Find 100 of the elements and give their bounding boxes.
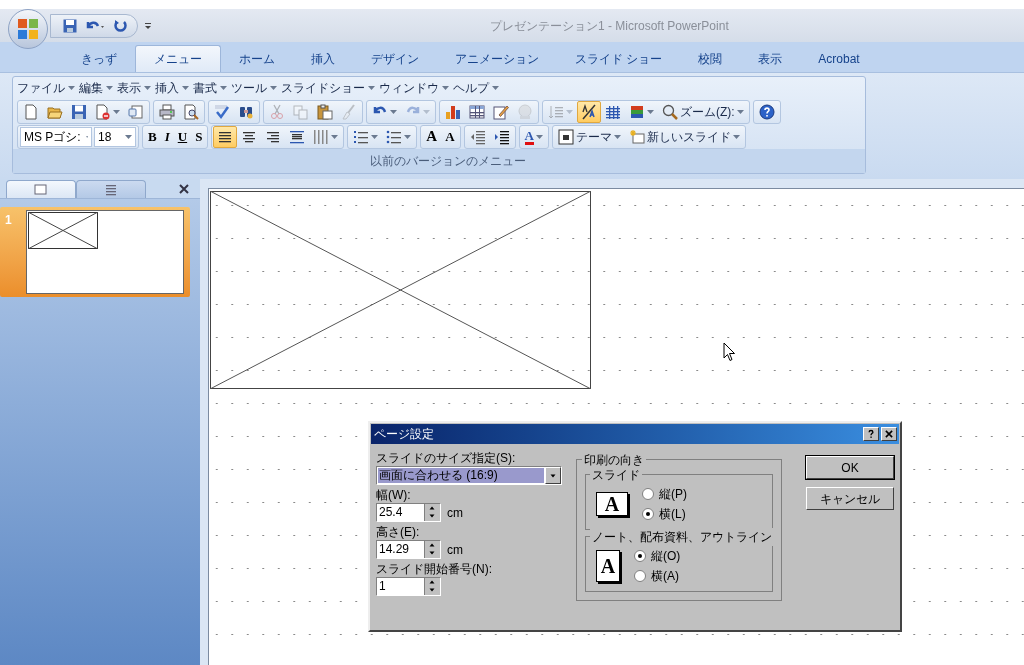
mouse-cursor-icon	[723, 342, 736, 362]
pencil-icon	[493, 103, 509, 120]
number-field[interactable]: 25.4	[376, 503, 441, 522]
format-button[interactable]: A	[520, 125, 547, 148]
toolbar-button[interactable]: テーマ	[554, 125, 625, 148]
dialog-title: ページ設定	[374, 426, 435, 443]
group-label: 以前のバージョンのメニュー	[370, 154, 526, 168]
number-field[interactable]: 14.29	[376, 540, 441, 559]
format-letter: A	[445, 130, 455, 143]
group-title: ノート、配布資料、アウトライン	[590, 528, 774, 546]
radio-option[interactable]: 横(A)	[634, 567, 681, 585]
format-button[interactable]: A	[441, 125, 459, 148]
ribbon-tab[interactable]: 表示	[740, 45, 801, 72]
ribbon-tab[interactable]: アニメーション	[437, 45, 557, 72]
format-button[interactable]: U	[173, 125, 192, 148]
menu-item[interactable]: 挿入	[155, 79, 179, 97]
redo-icon[interactable]	[113, 18, 127, 33]
ribbon-tab[interactable]: きっず	[63, 45, 135, 72]
toolbar-button[interactable]	[213, 125, 238, 148]
size-dropdown[interactable]: 画面に合わせる (16:9)	[376, 466, 562, 485]
content-placeholder[interactable]	[210, 191, 591, 389]
brush-icon	[341, 103, 357, 120]
menu-caret-icon	[144, 86, 151, 90]
ribbon-tab[interactable]: スライド ショー	[557, 45, 681, 72]
menu-caret-icon	[368, 86, 375, 90]
menu-item[interactable]: 表示	[117, 79, 141, 97]
radio-option[interactable]: 縦(O)	[634, 547, 681, 565]
toolbar-button[interactable]: ズーム(Z):	[658, 100, 748, 123]
font-combo[interactable]: MS Pゴシ:	[20, 126, 92, 147]
format-letter: A	[524, 128, 534, 145]
table-icon	[469, 103, 485, 120]
menu-item[interactable]: ウィンドウ	[379, 79, 439, 97]
office-button[interactable]	[8, 9, 48, 49]
document-icon	[95, 103, 111, 120]
globe-icon	[517, 103, 533, 120]
format-letter: B	[148, 130, 157, 143]
menu-caret-icon	[68, 86, 75, 90]
menu-item[interactable]: スライドショー	[281, 79, 365, 97]
magnifier-icon	[662, 103, 678, 120]
bullet-list-icon	[386, 128, 403, 145]
scissors-icon	[269, 103, 285, 120]
bar-chart-icon	[445, 103, 461, 120]
field-label: スライド開始番号(N):	[376, 561, 493, 577]
page-orientation-icon: A	[596, 492, 628, 516]
ribbon-tab[interactable]: デザイン	[353, 45, 437, 72]
field-label: 高さ(E):	[376, 524, 421, 540]
distribute-icon	[289, 128, 306, 145]
outline-tab[interactable]	[76, 180, 146, 198]
menu-item[interactable]: 書式	[193, 79, 217, 97]
toolbar-button[interactable]	[577, 100, 601, 123]
radio-option[interactable]: 横(L)	[642, 505, 687, 523]
attachment-icon	[128, 103, 144, 120]
dialog-button[interactable]: キャンセル	[806, 487, 894, 510]
format-letter: I	[164, 130, 170, 143]
ribbon-tab[interactable]: Acrobat	[800, 45, 878, 72]
decrease-indent-icon	[469, 128, 486, 145]
format-button[interactable]: I	[160, 125, 174, 148]
menu-item[interactable]: 編集	[79, 79, 103, 97]
menu-caret-icon	[106, 86, 113, 90]
unit-label: cm	[447, 541, 463, 559]
color-swatch-icon	[629, 103, 645, 120]
office-logo-icon	[17, 18, 39, 40]
spelling-check-icon	[214, 103, 230, 120]
format-letter: U	[177, 130, 188, 143]
close-button[interactable]	[881, 427, 897, 441]
placeholder-thumbnail-icon	[28, 212, 98, 249]
ribbon-tab[interactable]: 挿入	[293, 45, 353, 72]
new-document-icon	[23, 103, 39, 120]
ribbon-tab[interactable]: メニュー	[135, 45, 221, 72]
question-mark-icon	[866, 429, 876, 439]
menu-caret-icon	[270, 86, 277, 90]
copy-icon	[293, 103, 309, 120]
menu-item[interactable]: ファイル	[17, 79, 65, 97]
page-orientation-icon: A	[596, 550, 620, 582]
ribbon-tab[interactable]: ホーム	[221, 45, 293, 72]
number-field[interactable]: 1	[376, 577, 441, 596]
new-slide-icon	[629, 128, 645, 145]
clipboard-icon	[317, 103, 333, 120]
ribbon-tab[interactable]: 校閲	[680, 45, 741, 72]
save-icon[interactable]	[63, 18, 77, 33]
menu-caret-icon	[492, 86, 499, 90]
help-button[interactable]	[863, 427, 879, 441]
save-icon	[71, 103, 87, 120]
menu-item[interactable]: ヘルプ	[453, 79, 489, 97]
window-title: プレゼンテーション1 - Microsoft PowerPoint	[490, 18, 729, 35]
frame-title: 印刷の向き	[582, 451, 646, 469]
increase-indent-icon	[493, 128, 510, 145]
format-letter: S	[195, 130, 203, 143]
customize-caret-icon[interactable]	[144, 21, 152, 30]
menu-item[interactable]: ツール	[231, 79, 267, 97]
text-direction-icon	[581, 103, 597, 120]
toolbar-button[interactable]: 新しいスライド	[625, 125, 744, 148]
format-button[interactable]: B	[144, 125, 161, 148]
format-button[interactable]: S	[191, 125, 207, 148]
radio-option[interactable]: 縦(P)	[642, 485, 687, 503]
field-label: 幅(W):	[376, 487, 412, 503]
close-icon	[884, 429, 894, 439]
font-combo[interactable]: 18	[94, 126, 136, 147]
grid-icon	[605, 103, 621, 120]
dialog-button[interactable]: OK	[806, 456, 894, 479]
